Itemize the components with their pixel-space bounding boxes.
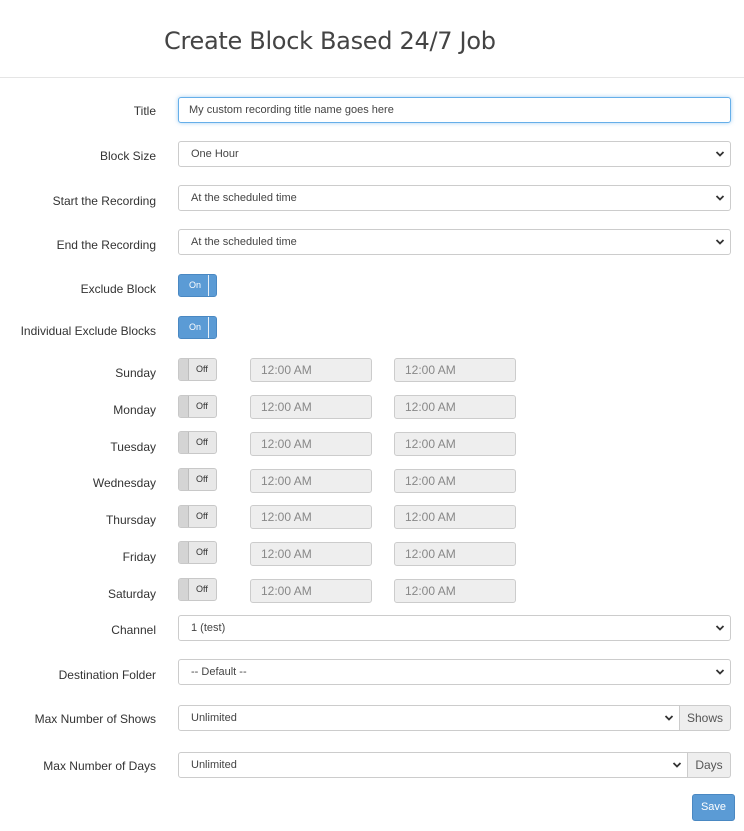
day-toggle-saturday[interactable]: Off [178, 578, 217, 601]
max-shows-addon: Shows [680, 705, 731, 731]
day-label-saturday: Saturday [107, 587, 156, 601]
max-days-addon: Days [688, 752, 731, 778]
day-toggle-friday[interactable]: Off [178, 541, 217, 564]
end-recording-value: At the scheduled time [191, 236, 297, 248]
toggle-state: Off [196, 364, 208, 374]
saturday-start-time: 12:00 AM [250, 579, 372, 603]
start-recording-select[interactable]: At the scheduled time [178, 185, 731, 211]
thursday-end-time: 12:00 AM [394, 505, 516, 529]
day-toggle-wednesday[interactable]: Off [178, 468, 217, 491]
individual-exclude-toggle[interactable]: On [178, 316, 217, 339]
block-size-value: One Hour [191, 148, 239, 160]
day-toggle-monday[interactable]: Off [178, 395, 217, 418]
end-recording-label: End the Recording [56, 238, 156, 252]
chevron-down-icon [672, 762, 682, 768]
day-label-thursday: Thursday [105, 513, 156, 527]
destination-folder-value: -- Default -- [191, 666, 247, 678]
toggle-state: On [189, 322, 202, 332]
chevron-down-icon [715, 151, 725, 157]
max-shows-value: Unlimited [191, 712, 237, 724]
day-label-sunday: Sunday [115, 366, 156, 380]
start-recording-label: Start the Recording [52, 194, 156, 208]
block-size-label: Block Size [99, 149, 156, 163]
toggle-knob [179, 396, 189, 417]
friday-end-time: 12:00 AM [394, 542, 516, 566]
max-days-select[interactable]: Unlimited [178, 752, 688, 778]
destination-folder-select[interactable]: -- Default -- [178, 659, 731, 685]
thursday-start-time: 12:00 AM [250, 505, 372, 529]
start-recording-value: At the scheduled time [191, 192, 297, 204]
day-toggle-sunday[interactable]: Off [178, 358, 217, 381]
page-header: Create Block Based 24/7 Job [0, 0, 744, 78]
chevron-down-icon [715, 239, 725, 245]
title-input[interactable]: My custom recording title name goes here [178, 97, 731, 123]
wednesday-start-time: 12:00 AM [250, 469, 372, 493]
monday-end-time: 12:00 AM [394, 395, 516, 419]
page-title: Create Block Based 24/7 Job [164, 27, 496, 55]
saturday-end-time: 12:00 AM [394, 579, 516, 603]
block-size-select[interactable]: One Hour [178, 141, 731, 167]
sunday-end-time: 12:00 AM [394, 358, 516, 382]
exclude-block-label: Exclude Block [80, 282, 156, 296]
sunday-start-time: 12:00 AM [250, 358, 372, 382]
toggle-state: Off [196, 584, 208, 594]
title-label: Title [133, 104, 156, 118]
toggle-state: Off [196, 511, 208, 521]
channel-value: 1 (test) [191, 622, 226, 634]
day-toggle-tuesday[interactable]: Off [178, 431, 217, 454]
tuesday-end-time: 12:00 AM [394, 432, 516, 456]
toggle-knob [179, 359, 189, 380]
tuesday-start-time: 12:00 AM [250, 432, 372, 456]
channel-label: Channel [111, 623, 156, 637]
toggle-knob [179, 432, 189, 453]
toggle-knob [208, 275, 216, 296]
end-recording-select[interactable]: At the scheduled time [178, 229, 731, 255]
chevron-down-icon [715, 669, 725, 675]
destination-folder-label: Destination Folder [58, 668, 156, 682]
individual-exclude-label: Individual Exclude Blocks [20, 324, 156, 338]
toggle-knob [179, 506, 189, 527]
max-days-value: Unlimited [191, 759, 237, 771]
save-button[interactable]: Save [692, 794, 735, 821]
channel-select[interactable]: 1 (test) [178, 615, 731, 641]
toggle-knob [179, 469, 189, 490]
max-days-label: Max Number of Days [43, 759, 156, 773]
toggle-knob [208, 317, 216, 338]
friday-start-time: 12:00 AM [250, 542, 372, 566]
day-label-friday: Friday [122, 550, 156, 564]
wednesday-end-time: 12:00 AM [394, 469, 516, 493]
chevron-down-icon [664, 715, 674, 721]
toggle-state: Off [196, 547, 208, 557]
chevron-down-icon [715, 195, 725, 201]
monday-start-time: 12:00 AM [250, 395, 372, 419]
day-label-tuesday: Tuesday [110, 440, 156, 454]
day-label-wednesday: Wednesday [92, 476, 156, 490]
day-label-monday: Monday [113, 403, 156, 417]
toggle-state: On [189, 280, 202, 290]
toggle-state: Off [196, 437, 208, 447]
chevron-down-icon [715, 625, 725, 631]
toggle-state: Off [196, 401, 208, 411]
exclude-block-toggle[interactable]: On [178, 274, 217, 297]
max-shows-select[interactable]: Unlimited [178, 705, 680, 731]
toggle-knob [179, 542, 189, 563]
toggle-knob [179, 579, 189, 600]
max-shows-label: Max Number of Shows [34, 712, 156, 726]
toggle-state: Off [196, 474, 208, 484]
day-toggle-thursday[interactable]: Off [178, 505, 217, 528]
